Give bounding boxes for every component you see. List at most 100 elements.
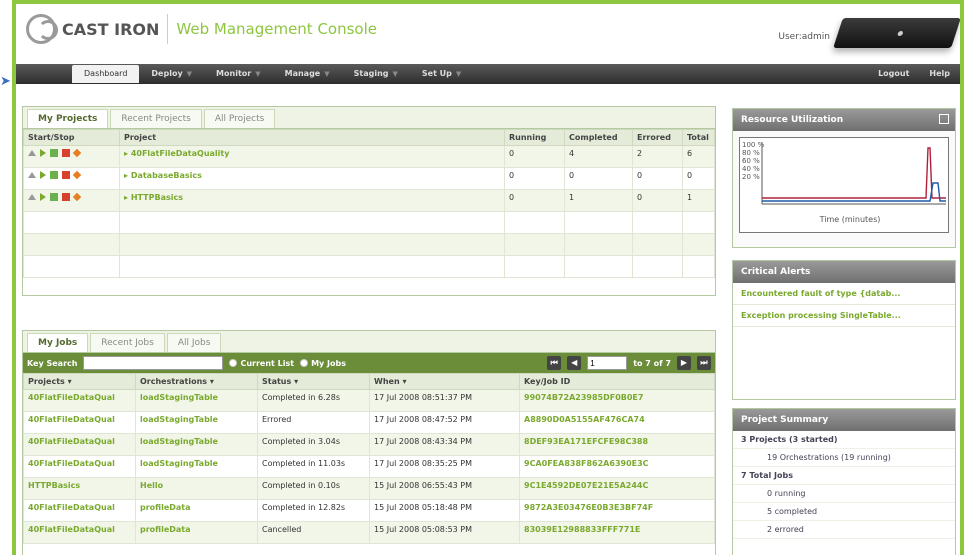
job-project[interactable]: 40FlatFileDataQual [23, 389, 136, 412]
current-list-option[interactable]: Current List [229, 359, 294, 368]
edit-icon[interactable] [72, 148, 82, 158]
project-link[interactable]: 40FlatFileDataQuality [131, 149, 230, 158]
table-row[interactable]: 40FlatFileDataQual loadStagingTable Comp… [23, 433, 715, 456]
job-id[interactable]: 9872A3E03476E0B3E3BF74F [519, 499, 715, 522]
job-id[interactable]: 83039E12988833FFF771E [519, 521, 715, 544]
stop-icon[interactable] [50, 149, 58, 157]
jobs-tabs: My Jobs Recent Jobs All Jobs [23, 331, 715, 353]
nav-right: Logout Help [868, 65, 960, 83]
job-orchestration[interactable]: loadStagingTable [135, 411, 258, 434]
col-orchestrations[interactable]: Orchestrations ▾ [135, 373, 258, 390]
home-icon[interactable] [28, 150, 36, 156]
job-orchestration[interactable]: loadStagingTable [135, 389, 258, 412]
expand-arrow-icon[interactable]: ▸ [124, 171, 131, 180]
home-icon[interactable] [28, 194, 36, 200]
job-project[interactable]: 40FlatFileDataQual [23, 499, 136, 522]
undeploy-icon[interactable] [62, 193, 70, 201]
tab-manage[interactable]: Manage ▼ [273, 65, 342, 83]
tab-recent-jobs[interactable]: Recent Jobs [90, 333, 165, 352]
next-page-icon[interactable]: ▶ [677, 356, 691, 370]
expand-arrow-icon[interactable]: ▸ [124, 193, 131, 202]
table-row[interactable]: 40FlatFileDataQual loadStagingTable Comp… [23, 455, 715, 478]
completed-cell: 0 [564, 167, 633, 190]
table-row[interactable]: 40FlatFileDataQual loadStagingTable Erro… [23, 411, 715, 434]
chevron-down-icon[interactable]: ▾ [68, 377, 72, 386]
first-page-icon[interactable]: ⏮ [547, 356, 562, 370]
alert-item[interactable]: Exception processing SingleTable... [733, 305, 955, 327]
table-row[interactable]: HTTPBasics Hello Completed in 0.10s 15 J… [23, 477, 715, 500]
tab-staging[interactable]: Staging ▼ [342, 65, 410, 83]
job-project[interactable]: 40FlatFileDataQual [23, 411, 136, 434]
help-link[interactable]: Help [919, 65, 960, 83]
tab-all-jobs[interactable]: All Jobs [166, 333, 222, 352]
undeploy-icon[interactable] [62, 149, 70, 157]
project-link[interactable]: DatabaseBasics [131, 171, 202, 180]
col-status[interactable]: Status ▾ [257, 373, 370, 390]
col-when[interactable]: When ▾ [369, 373, 520, 390]
tab-all-projects[interactable]: All Projects [203, 109, 276, 128]
job-orchestration[interactable]: profileData [135, 521, 258, 544]
resource-title: Resource Utilization [733, 109, 955, 131]
job-orchestration[interactable]: loadStagingTable [135, 455, 258, 478]
tab-setup[interactable]: Set Up ▼ [410, 65, 473, 83]
table-row[interactable]: 40FlatFileDataQual profileData Cancelled… [23, 521, 715, 544]
tab-deploy[interactable]: Deploy ▼ [139, 65, 204, 83]
chevron-down-icon: ▼ [186, 70, 193, 78]
projects-header-row: Start/Stop Project Running Completed Err… [23, 129, 715, 146]
job-id[interactable]: A8890D0A5155AF476CA74 [519, 411, 715, 434]
chevron-down-icon: ▼ [255, 70, 261, 78]
alert-item[interactable]: Encountered fault of type {datab... [733, 283, 955, 305]
last-page-icon[interactable]: ⏭ [697, 356, 711, 370]
tab-dashboard[interactable]: Dashboard [72, 65, 140, 83]
home-icon[interactable] [28, 172, 36, 178]
expand-arrow-icon[interactable]: ▸ [124, 149, 131, 158]
play-icon[interactable] [40, 171, 46, 179]
job-project[interactable]: 40FlatFileDataQual [23, 521, 136, 544]
maximize-icon[interactable] [939, 114, 949, 124]
undeploy-icon[interactable] [62, 171, 70, 179]
tab-my-projects[interactable]: My Projects [27, 109, 109, 128]
prev-page-icon[interactable]: ◀ [567, 356, 582, 370]
page-input[interactable] [587, 356, 628, 370]
play-icon[interactable] [40, 149, 46, 157]
stop-icon[interactable] [50, 171, 58, 179]
y-tick: 20 % [742, 173, 760, 181]
col-key-job-id[interactable]: Key/Job ID [519, 373, 715, 390]
tab-monitor[interactable]: Monitor ▼ [204, 65, 273, 83]
chevron-down-icon[interactable]: ▾ [294, 377, 298, 386]
job-project[interactable]: HTTPBasics [23, 477, 136, 500]
job-id[interactable]: 8DEF93EA171EFCFE98C388 [519, 433, 715, 456]
header: CAST IRON Web Management Console User:ad… [16, 4, 960, 64]
job-id[interactable]: 9C1E4592DE07E21E5A244C [519, 477, 715, 500]
stop-icon[interactable] [50, 193, 58, 201]
table-row[interactable]: 40FlatFileDataQual loadStagingTable Comp… [23, 389, 715, 412]
projects-table: Start/Stop Project Running Completed Err… [23, 129, 715, 278]
job-id[interactable]: 9CA0FEA838F862A6390E3C [519, 455, 715, 478]
job-orchestration[interactable]: profileData [135, 499, 258, 522]
page-range: to 7 of 7 [633, 358, 671, 368]
col-projects[interactable]: Projects ▾ [23, 373, 136, 390]
key-search-input[interactable] [83, 356, 224, 370]
project-link[interactable]: HTTPBasics [131, 193, 183, 202]
tab-recent-projects[interactable]: Recent Projects [110, 109, 202, 128]
tab-my-jobs[interactable]: My Jobs [27, 333, 89, 352]
edit-icon[interactable] [72, 170, 82, 180]
my-jobs-option[interactable]: My Jobs [300, 359, 346, 368]
table-row[interactable]: 40FlatFileDataQual profileData Completed… [23, 499, 715, 522]
job-project[interactable]: 40FlatFileDataQual [23, 433, 136, 456]
job-id[interactable]: 99074B72A23985DF0B0E7 [519, 389, 715, 412]
chevron-down-icon[interactable]: ▾ [402, 377, 406, 386]
edit-icon[interactable] [72, 192, 82, 202]
play-icon[interactable] [40, 193, 46, 201]
errored-cell: 0 [632, 189, 683, 212]
job-project[interactable]: 40FlatFileDataQual [23, 455, 136, 478]
jobs-toolbar: Key Search Current List My Jobs ⏮ ◀ to 7… [23, 353, 715, 373]
logout-link[interactable]: Logout [868, 65, 919, 83]
total-cell: 1 [682, 189, 715, 212]
pointer-arrow-icon: ➤ [0, 74, 11, 89]
job-orchestration[interactable]: Hello [135, 477, 258, 500]
job-orchestration[interactable]: loadStagingTable [135, 433, 258, 456]
brand-name: CAST IRON [62, 19, 160, 39]
chevron-down-icon[interactable]: ▾ [210, 377, 214, 386]
jobs-header-row: Projects ▾ Orchestrations ▾ Status ▾ Whe… [23, 373, 715, 390]
